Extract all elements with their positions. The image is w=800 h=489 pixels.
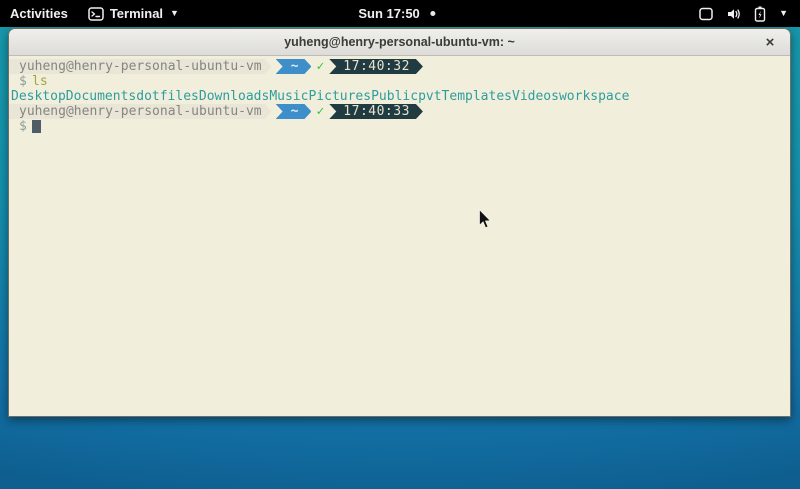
prompt-path-segment: ~: [276, 59, 312, 74]
directory-name: Documents: [66, 89, 136, 104]
directory-name: Music: [269, 89, 308, 104]
window-title: yuheng@henry-personal-ubuntu-vm: ~: [284, 35, 515, 49]
directory-name: Desktop: [11, 89, 66, 104]
directory-name: Templates: [442, 89, 512, 104]
directory-name: Videos: [512, 89, 559, 104]
screen-icon: [698, 7, 714, 21]
notification-dot: [431, 11, 436, 16]
directory-listing: Desktop Documents dotfiles Downloads Mus…: [9, 89, 790, 104]
prompt-char: $: [9, 74, 32, 89]
window-titlebar[interactable]: yuheng@henry-personal-ubuntu-vm: ~ ×: [9, 29, 790, 56]
directory-name: Pictures: [308, 89, 371, 104]
terminal-content[interactable]: yuheng@henry-personal-ubuntu-vm ~ ✓ 17:4…: [9, 56, 790, 416]
close-button[interactable]: ×: [758, 29, 782, 55]
chevron-down-icon: ▼: [170, 9, 179, 18]
directory-name: Public: [371, 89, 418, 104]
prompt-path-segment: ~: [276, 104, 312, 119]
input-line[interactable]: $: [9, 119, 790, 134]
directory-name: workspace: [559, 89, 629, 104]
chevron-down-icon: ▼: [779, 9, 788, 18]
terminal-window: yuheng@henry-personal-ubuntu-vm: ~ × yuh…: [8, 28, 791, 417]
clock-label: Sun 17:50: [358, 6, 419, 21]
command-line: $ ls: [9, 74, 790, 89]
directory-name: Downloads: [199, 89, 269, 104]
status-check-icon: ✓: [316, 59, 324, 74]
clock-menu[interactable]: Sun 17:50: [348, 0, 445, 27]
text-cursor: [32, 120, 41, 133]
directory-name: dotfiles: [136, 89, 199, 104]
prompt-time-segment: 17:40:33: [329, 104, 423, 119]
prompt-line-2: yuheng@henry-personal-ubuntu-vm ~ ✓ 17:4…: [9, 104, 790, 119]
prompt-user-host: yuheng@henry-personal-ubuntu-vm: [9, 59, 272, 74]
app-menu[interactable]: Terminal ▼: [78, 0, 189, 27]
terminal-app-icon: [88, 7, 104, 21]
top-bar-left: Activities Terminal ▼: [0, 0, 189, 27]
status-check-icon: ✓: [316, 104, 324, 119]
volume-icon: [726, 7, 742, 21]
prompt-char: $: [9, 119, 32, 134]
command-text: ls: [32, 74, 48, 89]
directory-name: pvt: [418, 89, 441, 104]
desktop: Activities Terminal ▼ Sun 17:50: [0, 0, 800, 489]
app-menu-label: Terminal: [110, 6, 163, 21]
activities-button[interactable]: Activities: [0, 0, 78, 27]
system-menu[interactable]: ▼: [686, 0, 800, 27]
prompt-line-1: yuheng@henry-personal-ubuntu-vm ~ ✓ 17:4…: [9, 59, 790, 74]
battery-charging-icon: [754, 6, 766, 22]
prompt-time-segment: 17:40:32: [329, 59, 423, 74]
prompt-user-host: yuheng@henry-personal-ubuntu-vm: [9, 104, 272, 119]
top-bar: Activities Terminal ▼ Sun 17:50: [0, 0, 800, 27]
